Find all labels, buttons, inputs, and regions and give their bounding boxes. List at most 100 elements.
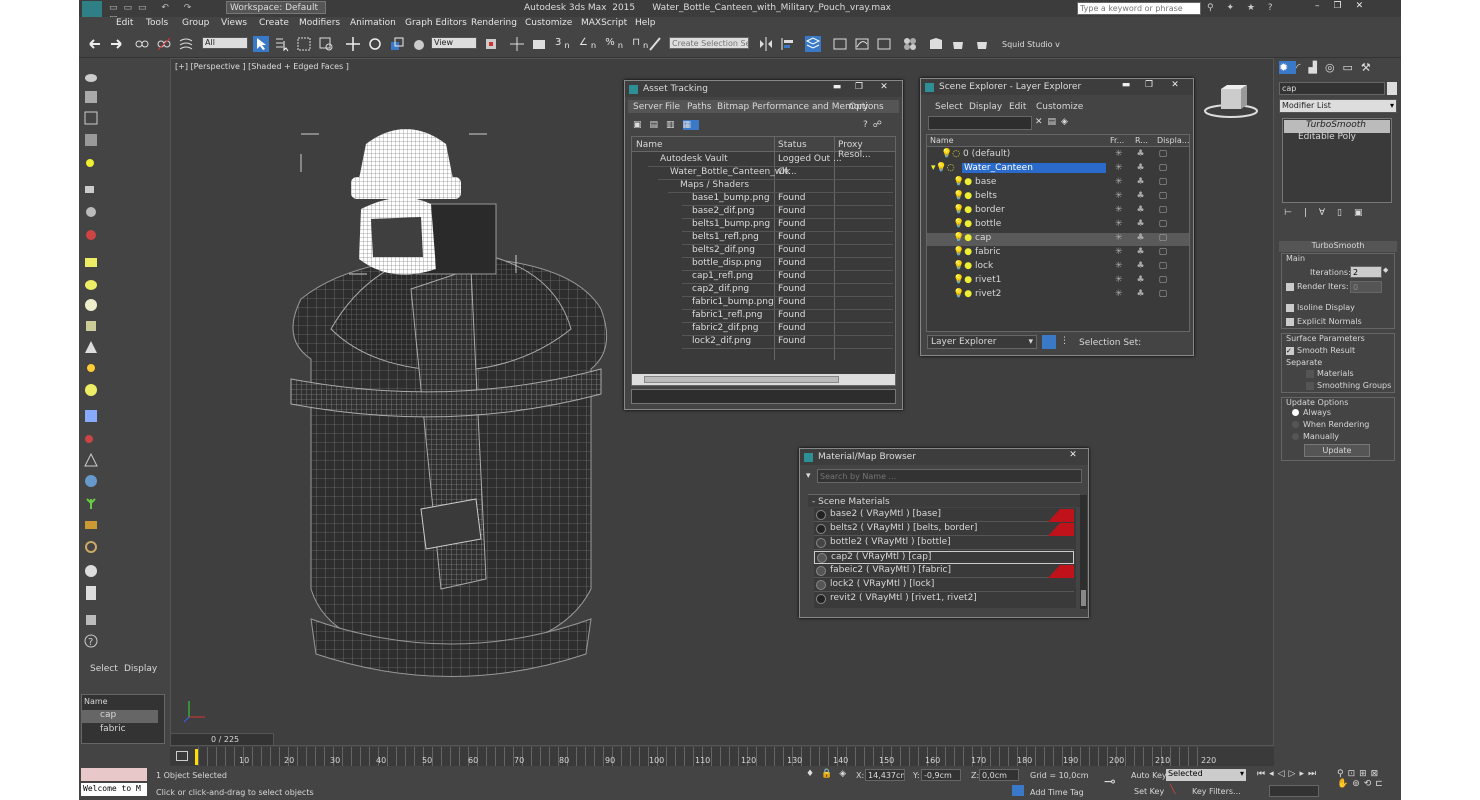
help-search-input[interactable]: [1077, 2, 1201, 15]
asset-toolbar-icons[interactable]: ▣▤▥▦: [633, 120, 700, 130]
mirror-icon[interactable]: [758, 36, 774, 52]
layer-row[interactable]: 💡● fabric ✳♣▢: [927, 247, 1189, 260]
ring-icon[interactable]: [83, 539, 99, 555]
render-iters-spinner[interactable]: [1350, 281, 1382, 293]
modifier-list-dropdown[interactable]: Modifier List ▾: [1279, 99, 1397, 113]
snaps-toggle-icons[interactable]: 3n ∠n %n ⊓n: [555, 37, 651, 50]
menu-server[interactable]: Server: [633, 102, 663, 112]
sun-icon[interactable]: [83, 360, 99, 376]
browser-options-icon[interactable]: ▾: [806, 471, 811, 481]
menu-customize[interactable]: Customize: [525, 18, 572, 28]
render-production-icon[interactable]: [974, 36, 990, 52]
camera-icon[interactable]: [83, 181, 99, 197]
hierarchy-icon[interactable]: ⋮: [1060, 336, 1069, 346]
table-row[interactable]: Autodesk Vault Logged Out ...: [648, 154, 893, 167]
cone-icon[interactable]: [83, 276, 99, 292]
unlink-icon[interactable]: [156, 36, 172, 52]
column-header-display[interactable]: Displa...: [1157, 136, 1189, 145]
render-iters-checkbox[interactable]: [1286, 283, 1294, 291]
select-object-icon[interactable]: [253, 36, 269, 52]
redo-icon[interactable]: [108, 36, 124, 52]
x-coordinate-field[interactable]: [865, 769, 905, 781]
scroll-thumb[interactable]: [644, 376, 839, 383]
edit-named-selection-icon[interactable]: [647, 36, 663, 52]
menu-modifiers[interactable]: Modifiers: [299, 18, 340, 28]
column-header-frozen[interactable]: Fr...: [1110, 136, 1124, 145]
update-button[interactable]: Update: [1304, 444, 1370, 457]
maxscript-listener-input[interactable]: Welcome to M: [81, 783, 147, 796]
align-icon[interactable]: [780, 36, 796, 52]
current-frame-field[interactable]: [1269, 785, 1319, 797]
select-by-name-icon[interactable]: [274, 36, 290, 52]
layer-row[interactable]: 💡● bottle ✳♣▢: [927, 219, 1189, 232]
asset-path-field[interactable]: [631, 389, 896, 404]
table-row[interactable]: belts1_bump.png Found: [682, 219, 893, 232]
table-row[interactable]: Maps / Shaders: [668, 180, 893, 193]
grid-icon[interactable]: [83, 408, 99, 424]
material-item[interactable]: base2 ( VRayMtl ) [base]: [814, 509, 1074, 522]
menu-maxscript[interactable]: MAXScript: [581, 18, 627, 28]
named-selection-set-input[interactable]: [669, 37, 749, 49]
menu-options[interactable]: Options: [849, 102, 884, 112]
viewport-label[interactable]: [+] [Perspective ] [Shaded + Edged Faces…: [175, 62, 349, 71]
help-icon[interactable]: ?: [83, 633, 99, 649]
menu-bitmap-performance[interactable]: Bitmap Performance and Memory: [717, 102, 868, 112]
toggle-ribbon-icon[interactable]: [832, 36, 848, 52]
pill-icon[interactable]: [83, 430, 99, 446]
box-icon[interactable]: [83, 254, 99, 270]
window-crossing-icon[interactable]: [318, 36, 334, 52]
smoothing-groups-checkbox[interactable]: [1306, 382, 1314, 390]
globe-icon[interactable]: [83, 473, 99, 489]
add-time-tag[interactable]: Add Time Tag: [1030, 788, 1084, 797]
scroll-thumb[interactable]: [1081, 590, 1086, 606]
table-row[interactable]: lock2_dif.png Found: [682, 336, 893, 349]
iterations-spinner[interactable]: [1350, 266, 1382, 278]
layer-row[interactable]: 💡● rivet2 ✳♣▢: [927, 289, 1189, 302]
menu-rendering[interactable]: Rendering: [471, 18, 517, 28]
layer-row[interactable]: ▾💡◌ Water_Canteen ✳♣▢: [927, 163, 1189, 176]
column-header-name[interactable]: Name: [636, 140, 663, 150]
menu-tools[interactable]: Tools: [146, 18, 168, 28]
list-item[interactable]: cap: [82, 710, 158, 723]
close-button[interactable]: ✕: [1064, 450, 1082, 463]
quick-access-icons[interactable]: ▭▭▭ ↶ ↷ ▭: [109, 3, 219, 23]
material-item[interactable]: lock2 ( VRayMtl ) [lock]: [814, 579, 1074, 592]
menu-create[interactable]: Create: [259, 18, 289, 28]
table-row[interactable]: cap1_refl.png Found: [682, 271, 893, 284]
rectangular-selection-icon[interactable]: [296, 36, 312, 52]
speaker-icon[interactable]: [83, 204, 99, 220]
menu-file[interactable]: File: [665, 102, 680, 112]
layer-row[interactable]: 💡● lock ✳♣▢: [927, 261, 1189, 274]
turbosmooth-rollout-title[interactable]: TurboSmooth: [1279, 241, 1397, 252]
trackbar[interactable]: 10 20 30 40 50 60 70 80 90 100 110 120 1…: [170, 747, 1274, 767]
object-color-swatch[interactable]: [1387, 82, 1397, 95]
column-header-status[interactable]: Status: [778, 140, 807, 150]
layer-row[interactable]: 💡● belts ✳♣▢: [927, 191, 1189, 204]
menu-paths[interactable]: Paths: [687, 102, 711, 112]
maximize-button[interactable]: ❐: [850, 82, 868, 95]
menu-edit[interactable]: Edit: [1009, 102, 1026, 112]
freeform-icon[interactable]: [83, 110, 99, 126]
torus-icon[interactable]: [83, 382, 99, 398]
keyboard-shortcut-icon[interactable]: [531, 36, 547, 52]
column-header-name[interactable]: Name: [930, 136, 954, 145]
maxscript-listener-top[interactable]: [81, 768, 147, 781]
rotate-icon[interactable]: [367, 36, 383, 52]
table-row[interactable]: base2_dif.png Found: [682, 206, 893, 219]
close-button[interactable]: ✕: [875, 82, 893, 95]
scale-icon[interactable]: [389, 36, 405, 52]
menu-graph-editors[interactable]: Graph Editors: [405, 18, 467, 28]
tri-icon[interactable]: [83, 452, 99, 468]
calculator-icon[interactable]: [83, 585, 99, 601]
playback-controls[interactable]: ⏮◂◁▷▸⏭: [1257, 769, 1320, 779]
window-controls[interactable]: –❐✕: [1315, 1, 1401, 15]
table-row[interactable]: base1_bump.png Found: [682, 193, 893, 206]
table-row[interactable]: cap2_dif.png Found: [682, 284, 893, 297]
key-mode-dropdown[interactable]: Selected ▾: [1166, 769, 1246, 781]
explorer-type-dropdown[interactable]: Layer Explorer ▾: [927, 335, 1037, 349]
bind-space-warp-icon[interactable]: [178, 36, 194, 52]
maximize-button[interactable]: ❐: [1140, 80, 1158, 93]
manually-radio[interactable]: [1292, 433, 1299, 440]
layer-row[interactable]: 💡● border ✳♣▢: [927, 205, 1189, 218]
viewcube-icon[interactable]: [1201, 81, 1261, 121]
